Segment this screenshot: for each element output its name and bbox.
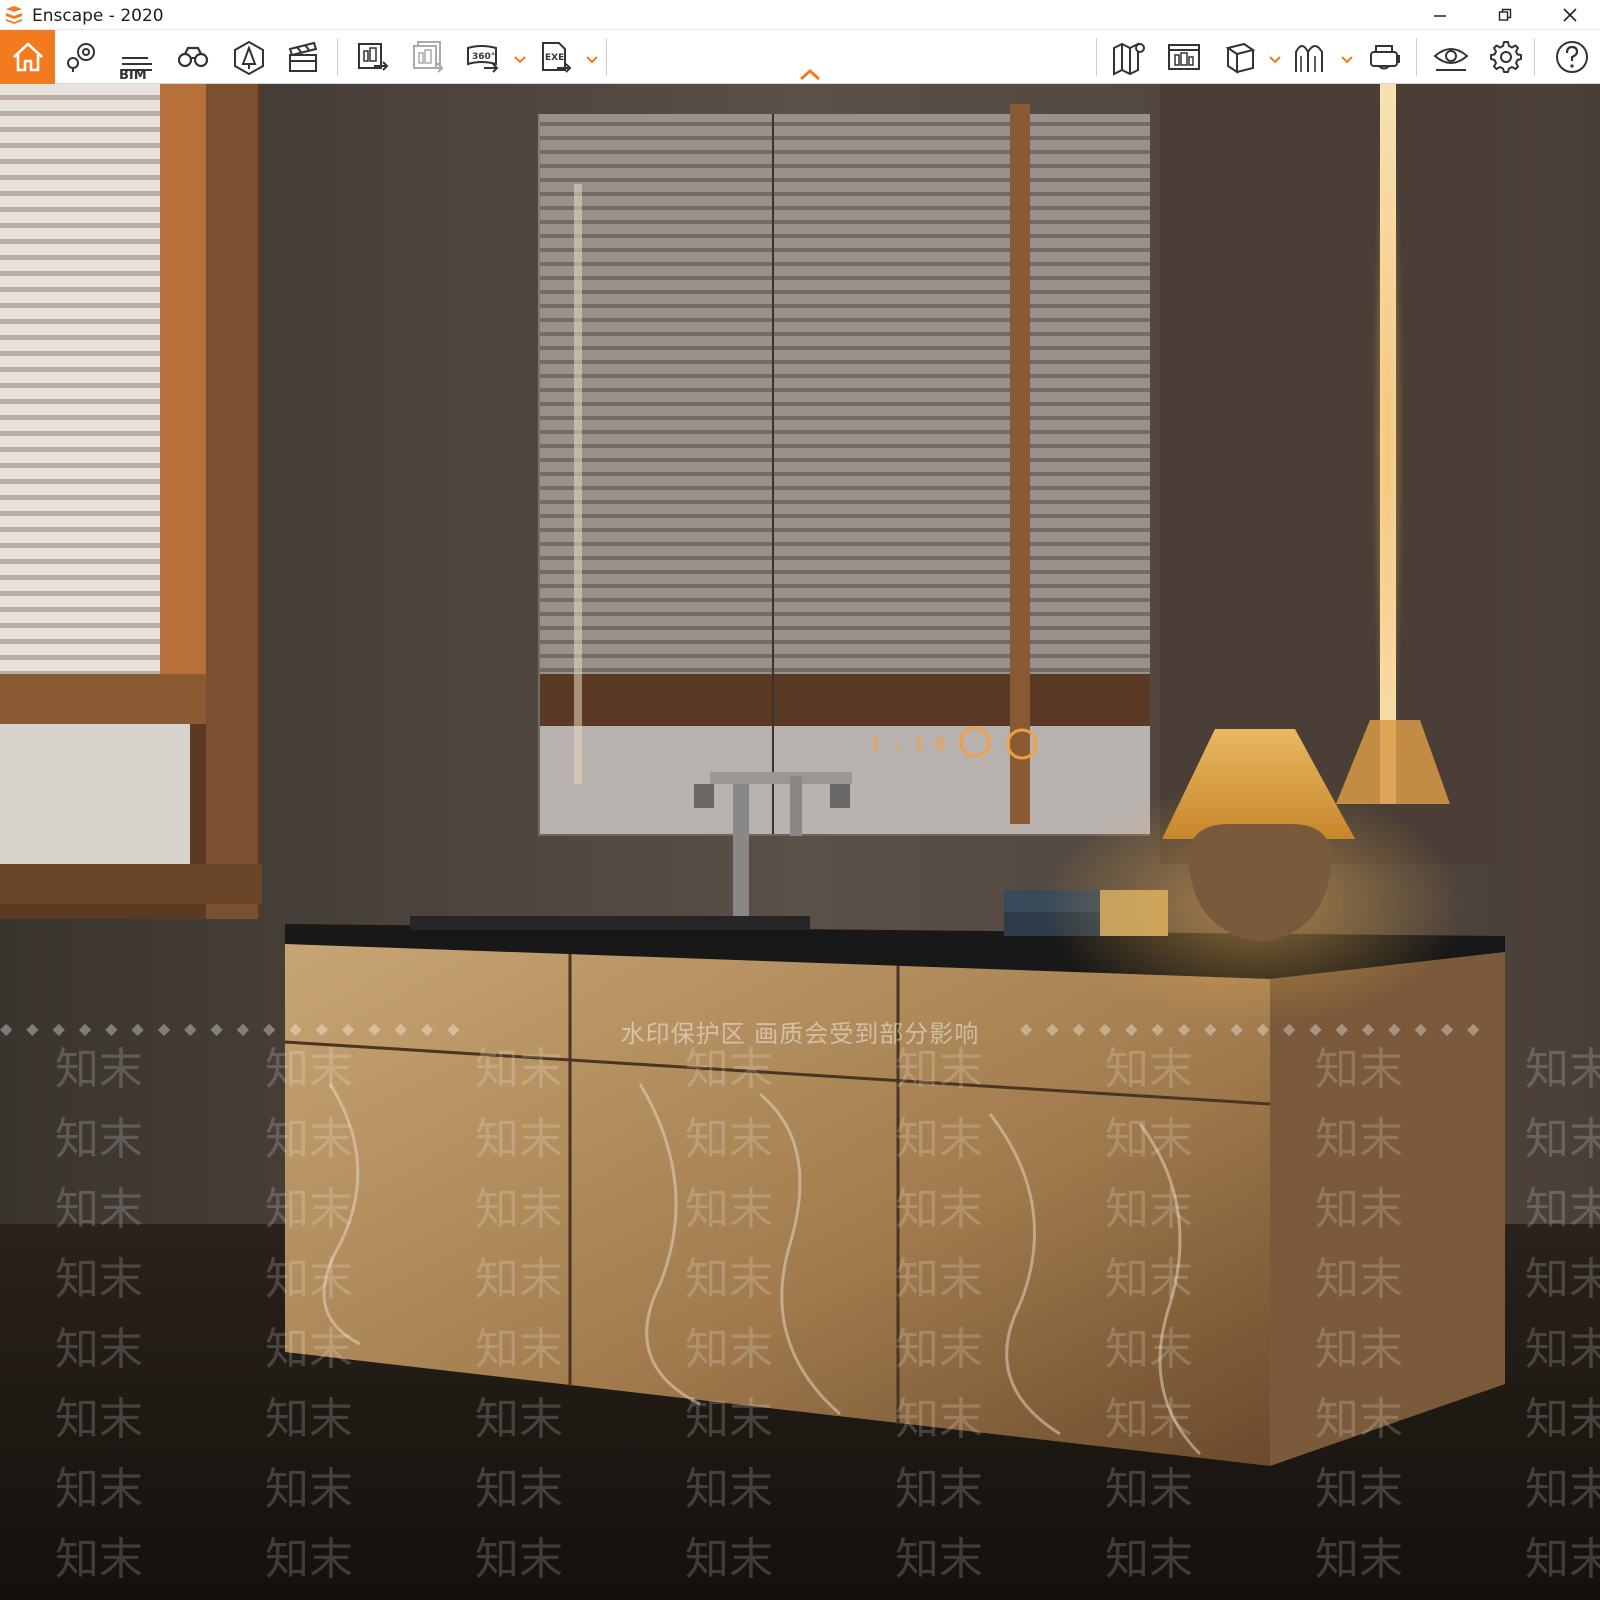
bim-label: BIM <box>119 68 147 83</box>
close-button[interactable] <box>1545 0 1595 30</box>
help-icon <box>1556 41 1588 73</box>
svg-text:知末: 知末 <box>1315 1044 1403 1095</box>
screenshot-export-icon <box>358 43 389 71</box>
map-pin-icon <box>1113 42 1145 76</box>
batch-render-button[interactable] <box>401 30 455 84</box>
bathroom-render: 1 : 1 0 知末 知末 知末 知末 知末 知末 知末 知末 <box>0 84 1600 1600</box>
view-management-button[interactable] <box>56 30 110 84</box>
asset-library-icon <box>234 40 264 76</box>
vr-arches-icon <box>1295 45 1323 72</box>
panorama-360-icon: 360° <box>467 45 499 73</box>
vr-headset-icon <box>1370 45 1400 70</box>
help-button[interactable] <box>1545 30 1599 84</box>
restore-button[interactable] <box>1480 0 1530 30</box>
visual-settings-button[interactable] <box>1424 30 1478 84</box>
standalone-exe-button[interactable]: EXE <box>529 30 583 84</box>
svg-text:知末: 知末 <box>1525 1044 1600 1095</box>
exe-label: EXE <box>545 53 564 63</box>
view-management-icon <box>67 42 95 72</box>
svg-text:知末: 知末 <box>55 1044 143 1095</box>
svg-text:1 : 1 0: 1 : 1 0 <box>870 734 946 755</box>
collaboration-button[interactable] <box>1212 30 1266 84</box>
screenshot-button[interactable] <box>346 30 400 84</box>
svg-text:知末: 知末 <box>475 1044 563 1095</box>
headset-button[interactable] <box>1358 30 1412 84</box>
svg-text:知末: 知末 <box>1105 1044 1193 1095</box>
clapperboard-icon <box>288 41 318 72</box>
toolbar-separator <box>1096 38 1097 76</box>
chevron-down-icon[interactable] <box>513 54 527 64</box>
toolbar-separator <box>606 38 607 76</box>
minimize-icon <box>1434 15 1446 17</box>
close-icon <box>1563 8 1577 22</box>
enscape-logo-icon <box>6 6 22 24</box>
title-bar: Enscape - 2020 <box>0 0 1600 30</box>
toolbar-separator <box>1534 38 1535 76</box>
restore-icon <box>1498 8 1512 21</box>
web-standalone-button[interactable] <box>1157 30 1211 84</box>
home-button[interactable] <box>0 30 55 84</box>
settings-button[interactable] <box>1479 30 1533 84</box>
map-button[interactable] <box>1102 30 1156 84</box>
binoculars-icon <box>177 46 209 68</box>
vr-mode-button[interactable] <box>1284 30 1338 84</box>
chevron-down-icon[interactable] <box>585 54 599 64</box>
video-editor-button[interactable] <box>276 30 330 84</box>
window-title: Enscape - 2020 <box>32 6 164 26</box>
cube-icon <box>1225 42 1256 74</box>
svg-text:知末: 知末 <box>895 1044 983 1095</box>
toolbar-separator <box>1416 38 1417 76</box>
asset-library-button[interactable] <box>222 30 276 84</box>
standalone-exe-icon: EXE <box>542 42 572 73</box>
collapse-toolbar-icon[interactable] <box>798 68 822 82</box>
home-icon <box>12 42 43 72</box>
minimize-button[interactable] <box>1415 0 1465 30</box>
walk-mode-button[interactable] <box>166 30 220 84</box>
batch-render-icon <box>413 41 444 73</box>
panorama-label: 360° <box>472 52 495 62</box>
chevron-down-icon[interactable] <box>1340 54 1354 64</box>
gear-icon <box>1490 41 1522 73</box>
render-viewport[interactable]: 1 : 1 0 知末 知末 知末 知末 知末 知末 知末 知末 ◆◆◆◆◆◆◆◆… <box>0 84 1600 1600</box>
svg-text:知末: 知末 <box>685 1044 773 1095</box>
web-standalone-icon <box>1168 44 1200 70</box>
toolbar-separator <box>337 38 338 76</box>
eye-icon <box>1433 48 1469 71</box>
chevron-down-icon[interactable] <box>1268 54 1282 64</box>
panorama-button[interactable]: 360° <box>456 30 510 84</box>
svg-text:知末: 知末 <box>265 1044 353 1095</box>
